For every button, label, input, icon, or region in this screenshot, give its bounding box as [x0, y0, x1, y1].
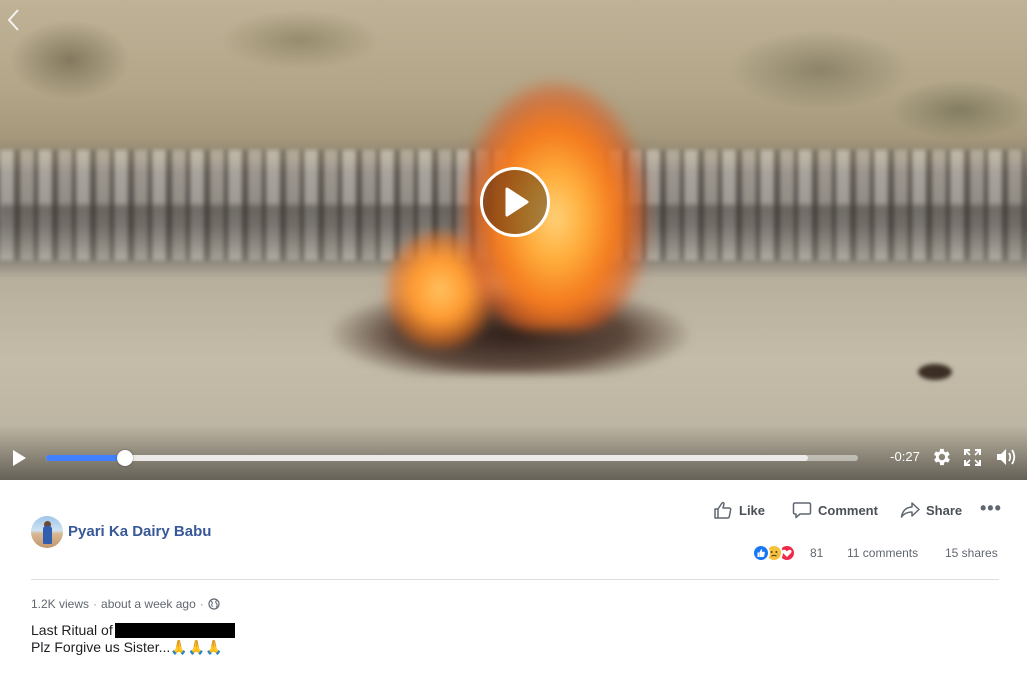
meta-separator: · [199, 597, 204, 611]
comments-count-link[interactable]: 11 comments [847, 546, 918, 560]
comment-icon [792, 502, 812, 519]
share-icon [900, 502, 920, 518]
thumbs-up-icon [714, 501, 732, 519]
shares-count-link[interactable]: 15 shares [945, 546, 998, 560]
play-icon [13, 450, 26, 466]
post-caption-line1: Last Ritual of [31, 621, 235, 639]
share-button[interactable]: Share [900, 499, 962, 521]
caption-text: Last Ritual of [31, 622, 113, 638]
comment-label: Comment [818, 502, 878, 518]
post-meta: 1.2K views · about a week ago · [31, 597, 220, 611]
video-player[interactable] [0, 0, 1027, 480]
author-name-link[interactable]: Pyari Ka Dairy Babu [68, 523, 211, 543]
fullscreen-icon [963, 448, 982, 467]
divider [31, 579, 999, 580]
volume-button[interactable] [995, 446, 1019, 468]
play-button[interactable] [8, 447, 30, 469]
share-label: Share [926, 502, 963, 518]
video-controls-bar [0, 425, 1027, 480]
reactions-count[interactable]: 81 [810, 546, 823, 560]
like-button[interactable]: Like [713, 499, 765, 521]
comment-button[interactable]: Comment [792, 499, 878, 521]
big-play-button[interactable] [480, 167, 550, 237]
views-count: 1.2K views [31, 597, 90, 611]
time-remaining: -0:27 [890, 449, 920, 464]
chevron-left-icon[interactable] [6, 8, 28, 36]
meta-separator: · [93, 597, 98, 611]
fullscreen-button[interactable] [963, 448, 982, 467]
redaction-bar [114, 622, 235, 638]
progress-fill [46, 455, 125, 461]
play-icon [505, 187, 529, 217]
progress-bar[interactable] [46, 455, 858, 461]
gear-icon [934, 448, 950, 466]
reactions-summary[interactable] [752, 544, 812, 562]
globe-icon [208, 598, 220, 610]
post-timestamp[interactable]: about a week ago [101, 597, 196, 611]
volume-icon [997, 449, 1016, 465]
settings-button[interactable] [930, 446, 952, 468]
like-reaction-icon [752, 544, 770, 562]
more-options-button[interactable]: ••• [980, 497, 1002, 519]
progress-buffer [46, 455, 808, 461]
post-caption-line2: Plz Forgive us Sister...🙏🙏🙏 [31, 639, 223, 655]
like-label: Like [739, 502, 766, 518]
progress-scrubber[interactable] [116, 450, 133, 466]
avatar[interactable] [31, 516, 63, 548]
